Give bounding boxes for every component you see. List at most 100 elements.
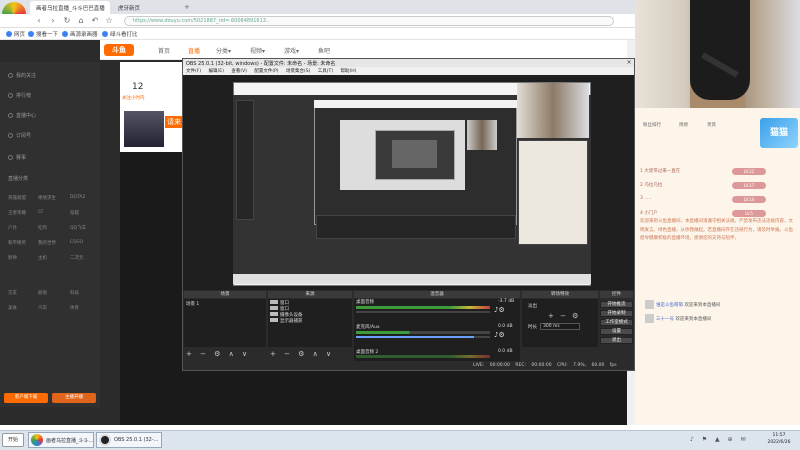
douyu-logo[interactable]: 斗鱼: [104, 44, 134, 56]
category-link[interactable]: 汽车: [38, 305, 47, 311]
rank-row[interactable]: 1 大佬带过来一直在: [640, 168, 680, 174]
chat-user-name[interactable]: 三十一号: [656, 317, 674, 322]
chat-tab-vip[interactable]: 贵宾: [707, 122, 716, 128]
rank-row[interactable]: 2 乌拉乌拉: [640, 182, 662, 188]
category-link[interactable]: 穿越: [70, 210, 79, 216]
sidebar-item-follow[interactable]: 我的关注: [8, 72, 36, 79]
start-recording-button[interactable]: 开始录制: [600, 310, 633, 317]
taskbar-clock[interactable]: 11:57 2022/6/26: [760, 432, 798, 446]
category-link[interactable]: 科技: [70, 290, 79, 296]
scene-item[interactable]: 场景 1: [186, 301, 199, 307]
category-link[interactable]: 我的世界: [38, 240, 56, 246]
category-link[interactable]: CF: [38, 210, 44, 215]
preview-webcam: [517, 83, 589, 138]
start-broadcast-button[interactable]: 主播开播: [52, 393, 96, 403]
reload-icon[interactable]: ↻: [62, 16, 72, 26]
nav-category[interactable]: 分类▾: [216, 46, 231, 55]
bookmark-item[interactable]: 网页: [6, 30, 25, 38]
scene-list-controls[interactable]: + − ⚙ ∧ ∨: [186, 350, 250, 358]
sidebar-item-center[interactable]: 直播中心: [8, 112, 36, 119]
bookmark-icon: [28, 31, 34, 37]
audio-meter: [356, 331, 490, 334]
exit-button[interactable]: 退出: [600, 337, 633, 344]
bookmark-icon: [6, 31, 12, 37]
undo-icon[interactable]: ↶: [90, 16, 100, 26]
source-list-controls[interactable]: + − ⚙ ∧ ∨: [270, 350, 334, 358]
settings-button[interactable]: 设置: [600, 328, 633, 335]
nav-video[interactable]: 视频▾: [250, 46, 265, 55]
download-client-button[interactable]: 客户端下载: [4, 393, 48, 403]
video-icon: [8, 113, 13, 118]
mixer-dock-title: 混音器: [354, 291, 520, 298]
category-link[interactable]: 体育: [70, 305, 79, 311]
webcam-person: [690, 0, 750, 100]
transition-type[interactable]: 淡出: [528, 303, 537, 309]
category-link[interactable]: 交友: [8, 290, 17, 296]
chat-text: 欢迎来到本直播间: [684, 303, 721, 308]
chat-tab-week[interactable]: 周榜: [679, 122, 688, 128]
category-link[interactable]: QQ飞车: [70, 225, 86, 231]
back-icon[interactable]: ‹: [34, 16, 44, 26]
room-follow-count: 12: [132, 82, 144, 92]
duration-input[interactable]: 300 ms: [540, 323, 580, 330]
category-link[interactable]: 颜值: [38, 290, 47, 296]
studio-mode-button[interactable]: 工作室模式: [600, 319, 633, 326]
speaker-icon[interactable]: ♪⚙: [494, 331, 505, 339]
category-link[interactable]: 和平精英: [8, 240, 26, 246]
category-link[interactable]: 王者荣耀: [8, 210, 26, 216]
sources-dock-title: 来源: [268, 291, 352, 298]
bookmark-item[interactable]: 搜看一下: [28, 30, 58, 38]
transition-add-remove[interactable]: + − ⚙: [548, 312, 580, 320]
audio-fader[interactable]: [356, 311, 490, 313]
nav-live[interactable]: 直播: [188, 46, 200, 55]
clock-date: 2022/6/26: [767, 440, 791, 445]
clock-time: 11:57: [772, 433, 786, 438]
category-link[interactable]: 户外: [8, 225, 17, 231]
speaker-icon[interactable]: ♪⚙: [494, 306, 505, 314]
chat-banner[interactable]: 猫猫: [760, 118, 798, 148]
bookmark-item[interactable]: 绿斗看打比: [102, 30, 138, 38]
category-link[interactable]: 主机: [38, 255, 47, 261]
mixer-channel-db: -3.7 dB: [498, 299, 515, 304]
chat-gift-row: 三十一号 欢迎来到本直播间: [645, 314, 711, 323]
start-streaming-button[interactable]: 开始推流: [600, 301, 633, 308]
start-button[interactable]: 开始: [2, 433, 24, 447]
nav-game[interactable]: 游戏▾: [284, 46, 299, 55]
home-icon[interactable]: ⌂: [76, 16, 86, 26]
chat-user-name[interactable]: 谁是斗鱼萌萌: [656, 303, 683, 308]
obs-menu-bar[interactable]: 文件(F) 编辑(E) 查看(V) 配置文件(P) 场景集合(S) 工具(T) …: [183, 67, 634, 75]
category-link[interactable]: CSGO: [70, 240, 83, 245]
nav-yuba[interactable]: 鱼吧: [318, 46, 330, 55]
category-link[interactable]: 美食: [8, 305, 17, 311]
rank-row[interactable]: 4 小门户: [640, 210, 658, 216]
source-item[interactable]: 显示器捕获: [280, 318, 303, 324]
system-tray-icons[interactable]: ♪ ⚑ ▲ ⊕ ✉: [690, 436, 749, 443]
tab-douyu[interactable]: 画者乌拉直播_斗斗巴巴直播: [30, 1, 110, 14]
chat-text: 欢迎来到本直播间: [675, 317, 712, 322]
category-link[interactable]: 吃鸡: [38, 225, 47, 231]
sidebar-item-rank[interactable]: 排行榜: [8, 92, 31, 99]
transitions-dock-title: 转场特效: [522, 291, 598, 298]
obs-title-bar[interactable]: OBS 25.0.1 (32-bit, windows) - 配置文件: 未命名…: [183, 59, 634, 67]
anchor-avatar[interactable]: [124, 111, 164, 147]
star-icon[interactable]: ☆: [104, 16, 114, 26]
forward-icon[interactable]: ›: [48, 16, 58, 26]
nav-home[interactable]: 首页: [158, 46, 170, 55]
new-tab-button[interactable]: +: [184, 3, 190, 11]
category-link[interactable]: 绝地求生: [38, 195, 56, 201]
category-link[interactable]: 二次元: [70, 255, 84, 261]
chat-gift-row: 谁是斗鱼萌萌 欢迎来到本直播间: [645, 300, 720, 309]
category-link[interactable]: 原神: [8, 255, 17, 261]
tab-new[interactable]: 虎牙新页: [112, 1, 182, 14]
category-link[interactable]: DOTA2: [70, 195, 85, 200]
sidebar-item-events[interactable]: 赛事: [8, 154, 26, 161]
audio-fader[interactable]: [356, 336, 490, 338]
bookmark-item[interactable]: 画源录画器: [62, 30, 98, 38]
sidebar-item-subscribe[interactable]: 订阅号: [8, 132, 31, 139]
category-link[interactable]: 英雄联盟: [8, 195, 26, 201]
address-bar[interactable]: https://www.douyu.com/5021887_rid=.60084…: [124, 16, 614, 26]
chat-tab-fans[interactable]: 粉丝排行: [643, 122, 661, 128]
rank-row[interactable]: 3 .....: [640, 196, 651, 201]
source-visibility-icons[interactable]: [270, 300, 278, 324]
close-icon[interactable]: ×: [624, 59, 634, 67]
